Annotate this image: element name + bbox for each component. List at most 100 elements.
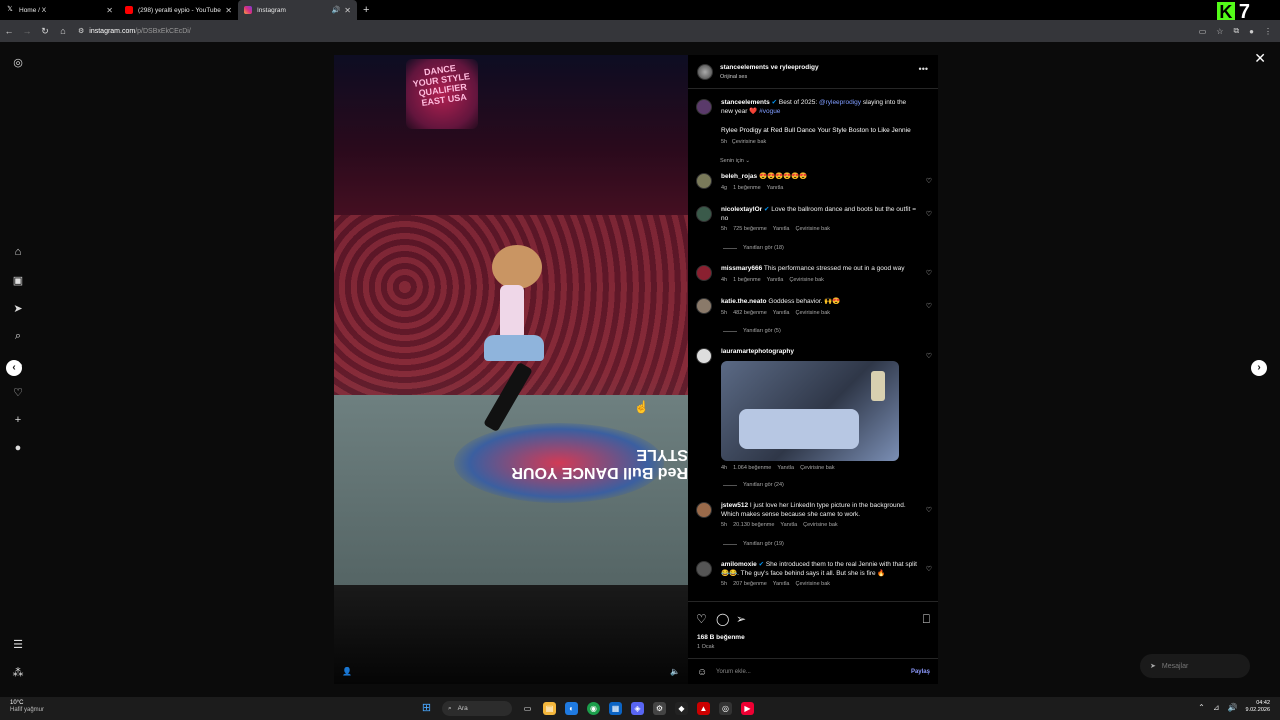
author-avatar[interactable] (697, 64, 713, 80)
avatar[interactable] (696, 265, 712, 281)
profile-icon[interactable]: ● (1249, 27, 1254, 36)
post-comment-button[interactable]: Paylaş (911, 669, 930, 675)
caption-hashtag[interactable]: #vogue (759, 108, 780, 115)
like-heart-icon[interactable]: ♡ (696, 612, 707, 626)
windows-start-icon[interactable]: ⊞ (420, 702, 433, 715)
post-audio[interactable]: Orijinal ses (720, 74, 747, 80)
reply-button[interactable]: Yanıtla (767, 277, 784, 283)
emoji-icon[interactable]: ☺ (697, 667, 707, 678)
volume-icon[interactable]: 🔊 (1228, 703, 1238, 712)
like-comment-heart-icon[interactable]: ♡ (926, 565, 932, 573)
app-red-icon[interactable]: ▲ (697, 702, 710, 715)
messages-nav-icon[interactable]: ➤ (10, 302, 26, 315)
avatar[interactable] (696, 348, 712, 364)
view-replies[interactable]: Yanıtları gör (24) (723, 482, 784, 488)
discord-icon[interactable]: ◈ (631, 702, 644, 715)
comment-likes[interactable]: 1 beğenme (733, 277, 761, 283)
clock[interactable]: 04:42 9.02.2026 (1246, 700, 1270, 714)
reply-button[interactable]: Yanıtla (773, 226, 790, 232)
comments-list[interactable]: stanceelements ✔ Best of 2025: @ryleepro… (688, 93, 938, 601)
caption-user[interactable]: stanceelements (721, 99, 770, 106)
avatar[interactable] (696, 173, 712, 189)
translate-button[interactable]: Çevirisine bak (795, 581, 830, 587)
reply-button[interactable]: Yanıtla (780, 522, 797, 528)
post-video[interactable]: DANCE YOUR STYLE QUALIFIER EAST USA Red … (334, 55, 688, 684)
view-replies[interactable]: Yanıtları gör (19) (723, 541, 784, 547)
close-modal-icon[interactable]: ✕ (1254, 50, 1266, 67)
menu-icon[interactable]: ⋮ (1264, 27, 1272, 36)
media-player-icon[interactable]: ▶ (741, 702, 754, 715)
close-tab-icon[interactable]: ✕ (344, 6, 351, 15)
new-tab-button[interactable]: + (363, 4, 369, 16)
like-comment-heart-icon[interactable]: ♡ (926, 302, 932, 310)
bookmark-star-icon[interactable]: ☆ (1216, 27, 1223, 36)
comment-likes[interactable]: 20.130 beğenme (733, 522, 774, 528)
weather-widget[interactable]: 10°C Hafif yağmur (10, 700, 44, 714)
search-nav-icon[interactable]: ⌕ (10, 330, 26, 343)
store-icon[interactable]: ▦ (609, 702, 622, 715)
chevron-up-icon[interactable]: ⌃ (1198, 703, 1205, 712)
avatar[interactable] (696, 298, 712, 314)
for-you-sort[interactable]: Senin için ⌄ (720, 158, 750, 164)
more-options-icon[interactable]: ••• (919, 64, 928, 74)
task-view-icon[interactable]: ▭ (521, 702, 534, 715)
back-icon[interactable]: ← (0, 26, 18, 36)
comment-user[interactable]: lauramartephotography (721, 348, 794, 355)
comment-user[interactable]: missmary666 (721, 265, 762, 272)
site-info-icon[interactable]: ⚙ (78, 27, 84, 35)
network-icon[interactable]: ⊿ (1213, 703, 1220, 712)
url-field[interactable]: ⚙ instagram.com/p/DSBxEkCEcDi/ (78, 27, 191, 36)
caption-mention[interactable]: @ryleeprodigy (819, 99, 861, 106)
reels-nav-icon[interactable]: ▣ (10, 274, 26, 287)
translate-button[interactable]: Çevirisine bak (800, 465, 835, 471)
reload-icon[interactable]: ↻ (36, 26, 54, 37)
view-replies[interactable]: Yanıtları gör (18) (723, 245, 784, 251)
caption-translate[interactable]: Çevirisine bak (732, 139, 767, 145)
comment-likes[interactable]: 1.064 beğenme (733, 465, 771, 471)
comment-likes[interactable]: 482 beğenme (733, 310, 767, 316)
tagged-user-icon[interactable]: 👤 (342, 667, 352, 676)
cast-icon[interactable]: ▭ (1199, 27, 1207, 36)
translate-button[interactable]: Çevirisine bak (795, 226, 830, 232)
comment-likes[interactable]: 1 beğenme (733, 185, 761, 191)
reply-button[interactable]: Yanıtla (767, 185, 784, 191)
like-count[interactable]: 168 B beğenme (697, 634, 745, 641)
home-icon[interactable]: ⌂ (54, 26, 72, 36)
translate-button[interactable]: Çevirisine bak (789, 277, 824, 283)
profile-avatar-icon[interactable]: ● (10, 442, 26, 454)
avatar[interactable] (696, 206, 712, 222)
chrome-icon[interactable]: ◉ (587, 702, 600, 715)
share-send-icon[interactable]: ➢ (736, 612, 746, 626)
speaker-icon[interactable]: 🔊 (332, 6, 341, 14)
add-comment-input[interactable]: Yorum ekle... (716, 669, 751, 675)
view-replies[interactable]: Yanıtları gör (5) (723, 328, 781, 334)
reply-button[interactable]: Yanıtla (777, 465, 794, 471)
comment-attached-image[interactable] (721, 361, 899, 461)
like-comment-heart-icon[interactable]: ♡ (926, 269, 932, 277)
comment-bubble-icon[interactable]: ◯ (716, 612, 729, 626)
close-tab-icon[interactable]: ✕ (106, 6, 113, 15)
comment-user[interactable]: nicolextaylOr (721, 206, 762, 213)
close-tab-icon[interactable]: ✕ (225, 6, 232, 15)
instagram-logo-icon[interactable]: ◎ (10, 56, 26, 69)
steam-icon[interactable]: ◎ (719, 702, 732, 715)
reply-button[interactable]: Yanıtla (773, 310, 790, 316)
create-plus-icon[interactable]: + (10, 414, 26, 426)
notifications-heart-icon[interactable]: ♡ (10, 386, 26, 399)
post-authors[interactable]: stanceelements ve ryleeprodigy (720, 64, 819, 71)
app-icon[interactable]: ◆ (675, 702, 688, 715)
like-comment-heart-icon[interactable]: ♡ (926, 210, 932, 218)
translate-button[interactable]: Çevirisine bak (795, 310, 830, 316)
tab-youtube[interactable]: (298) yeralti eypio - YouTube ✕ (119, 0, 238, 20)
avatar[interactable] (696, 561, 712, 577)
mute-toggle-icon[interactable]: 🔈 (670, 667, 680, 676)
comment-user[interactable]: amilomoxie (721, 561, 757, 568)
avatar[interactable] (696, 99, 712, 115)
edge-icon[interactable]: ◐ (565, 702, 578, 715)
messages-pill[interactable]: ➤ Mesajlar (1140, 654, 1250, 678)
like-comment-heart-icon[interactable]: ♡ (926, 506, 932, 514)
extensions-icon[interactable]: ⧉ (1233, 26, 1239, 36)
comment-user[interactable]: katie.the.neato (721, 298, 767, 305)
taskbar-search[interactable]: ⌕ Ara (442, 701, 512, 716)
reply-button[interactable]: Yanıtla (773, 581, 790, 587)
